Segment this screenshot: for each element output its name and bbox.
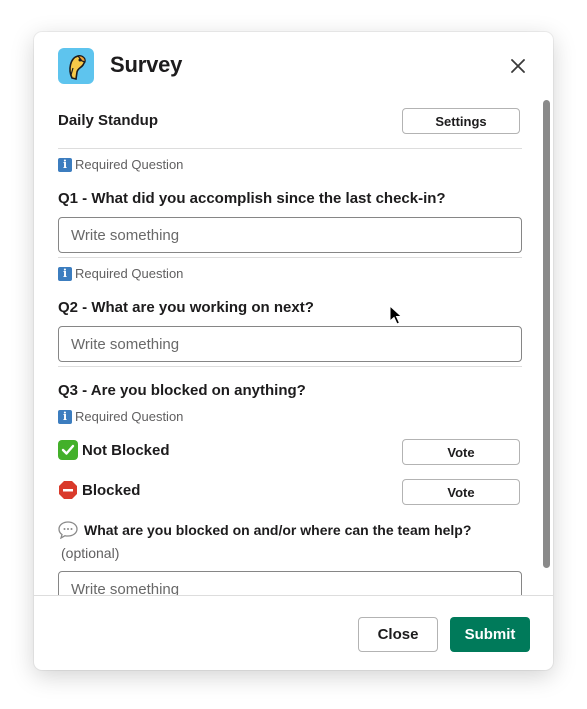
option-label: Blocked [82, 481, 141, 499]
question-1-label: Q1 - What did you accomplish since the l… [58, 190, 446, 207]
modal-header: Survey [34, 32, 553, 100]
scrollbar[interactable] [543, 100, 550, 568]
vote-not-blocked-button[interactable]: Vote [402, 439, 520, 465]
required-note: i Required Question [58, 409, 183, 424]
divider [58, 148, 522, 149]
mouse-cursor-icon [389, 304, 403, 325]
submit-button[interactable]: Submit [450, 617, 530, 652]
followup-input[interactable]: Write something [58, 571, 522, 595]
survey-name: Daily Standup [58, 112, 159, 129]
followup-hint: (optional) [61, 545, 120, 561]
modal-title: Survey [110, 52, 183, 77]
divider [58, 366, 522, 367]
modal-content: Daily Standup Settings i Required Questi… [58, 100, 522, 595]
stop-sign-icon [58, 480, 78, 500]
option-label: Not Blocked [82, 441, 170, 459]
info-icon: i [58, 157, 72, 172]
close-button[interactable]: Close [358, 617, 438, 652]
question-3-label: Q3 - Are you blocked on anything? [58, 382, 306, 399]
followup-label: What are you blocked on and/or where can… [84, 522, 472, 538]
vote-blocked-button[interactable]: Vote [402, 479, 520, 505]
modal-footer: Close Submit [34, 595, 553, 670]
green-check-icon [58, 440, 78, 460]
required-note: i Required Question [58, 266, 183, 281]
close-icon[interactable] [507, 55, 529, 77]
speech-bubble-icon [58, 521, 80, 539]
option-not-blocked: Not Blocked [58, 440, 170, 460]
parrot-logo-icon [58, 48, 94, 84]
settings-button[interactable]: Settings [402, 108, 520, 134]
required-label: Required Question [75, 157, 184, 172]
info-icon: i [58, 266, 72, 281]
question-1-input[interactable]: Write something [58, 217, 522, 253]
required-note: i Required Question [58, 157, 183, 172]
question-2-label: Q2 - What are you working on next? [58, 299, 314, 316]
info-icon: i [58, 409, 72, 424]
required-label: Required Question [75, 409, 184, 424]
required-label: Required Question [75, 266, 184, 281]
question-2-input[interactable]: Write something [58, 326, 522, 362]
followup-question: What are you blocked on and/or where can… [58, 521, 471, 539]
divider [58, 257, 522, 258]
survey-modal: Survey Daily Standup Settings i Required… [34, 32, 553, 670]
option-blocked: Blocked [58, 480, 140, 500]
